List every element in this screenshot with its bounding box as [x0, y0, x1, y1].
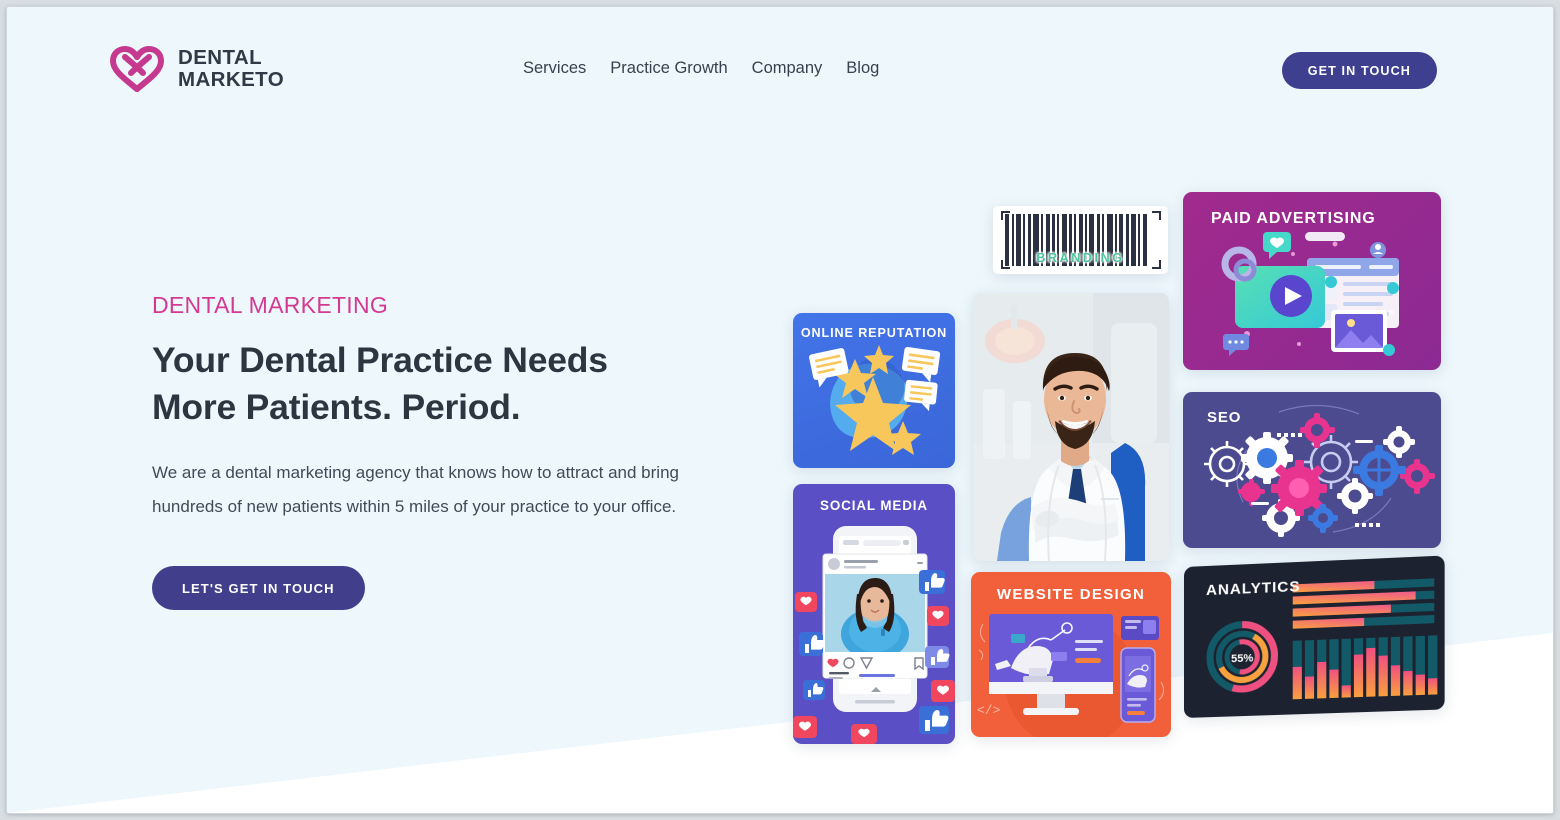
nav-item-practice-growth[interactable]: Practice Growth — [610, 59, 727, 78]
brand-name-line1: DENTAL — [178, 45, 263, 69]
landing-page: DENTAL MARKETO Services Practice Growth … — [7, 7, 1553, 813]
hero-get-in-touch-button[interactable]: LET'S GET IN TOUCH — [152, 566, 365, 610]
site-header: DENTAL MARKETO Services Practice Growth … — [7, 7, 1553, 129]
hero-headline-line1: Your Dental Practice Needs — [152, 340, 608, 380]
header-get-in-touch-button[interactable]: GET IN TOUCH — [1281, 52, 1437, 89]
collage-card-website-design-title: WEBSITE DESIGN — [996, 586, 1146, 603]
hero-headline: Your Dental Practice Needs More Patients… — [152, 337, 732, 430]
collage-card-paid-advertising-title: PAID ADVERTISING — [1211, 210, 1376, 227]
barcode-icon: BRANDING — [1000, 211, 1161, 269]
hero-content: DENTAL MARKETING Your Dental Practice Ne… — [152, 292, 732, 610]
nav-item-blog[interactable]: Blog — [846, 59, 879, 78]
barcode-corner-tr — [1151, 211, 1161, 220]
collage-card-website-design[interactable]: WEBSITE DESIGN </> — [971, 572, 1171, 737]
charts-icon: 55% — [1184, 578, 1438, 718]
heart-logo-icon — [110, 46, 164, 92]
collage-card-seo[interactable]: SEO — [1183, 392, 1441, 548]
collage-card-online-reputation-title: ONLINE REPUTATION — [800, 326, 948, 340]
hero-eyebrow: DENTAL MARKETING — [152, 292, 389, 318]
collage-card-branding[interactable]: BRANDING — [993, 206, 1168, 274]
barcode-corner-tl — [1000, 211, 1010, 220]
collage-card-paid-advertising[interactable]: PAID ADVERTISING — [1183, 192, 1441, 370]
collage-card-online-reputation[interactable]: ONLINE REPUTATION — [793, 313, 955, 468]
collage-card-analytics[interactable]: ANALYTICS 55% — [1184, 555, 1445, 718]
svg-text:</>: </> — [977, 703, 1001, 718]
collage-card-dentist-photo[interactable] — [973, 293, 1169, 561]
collage-card-seo-title: SEO — [1207, 409, 1242, 426]
analytics-donut-label: 55% — [1231, 652, 1253, 665]
brand-name: DENTAL MARKETO — [178, 45, 285, 91]
main-navigation: Services Practice Growth Company Blog — [523, 59, 879, 78]
nav-item-company[interactable]: Company — [752, 59, 823, 78]
phone-likes-icon — [793, 526, 955, 744]
brand-name-line2: MARKETO — [178, 68, 285, 91]
nav-item-services[interactable]: Services — [523, 59, 586, 78]
hero-subcopy: We are a dental marketing agency that kn… — [152, 463, 679, 516]
hero-headline-line2: More Patients. Period. — [152, 386, 521, 427]
browser-frame: DENTAL MARKETO Services Practice Growth … — [6, 6, 1554, 814]
dentist-photo — [973, 293, 1169, 561]
collage-card-social-media-title: SOCIAL MEDIA — [819, 498, 928, 513]
collage-card-social-media[interactable]: SOCIAL MEDIA — [793, 484, 955, 744]
brand-logo[interactable]: DENTAL MARKETO — [108, 45, 284, 93]
collage-card-branding-title: BRANDING — [1036, 251, 1125, 265]
